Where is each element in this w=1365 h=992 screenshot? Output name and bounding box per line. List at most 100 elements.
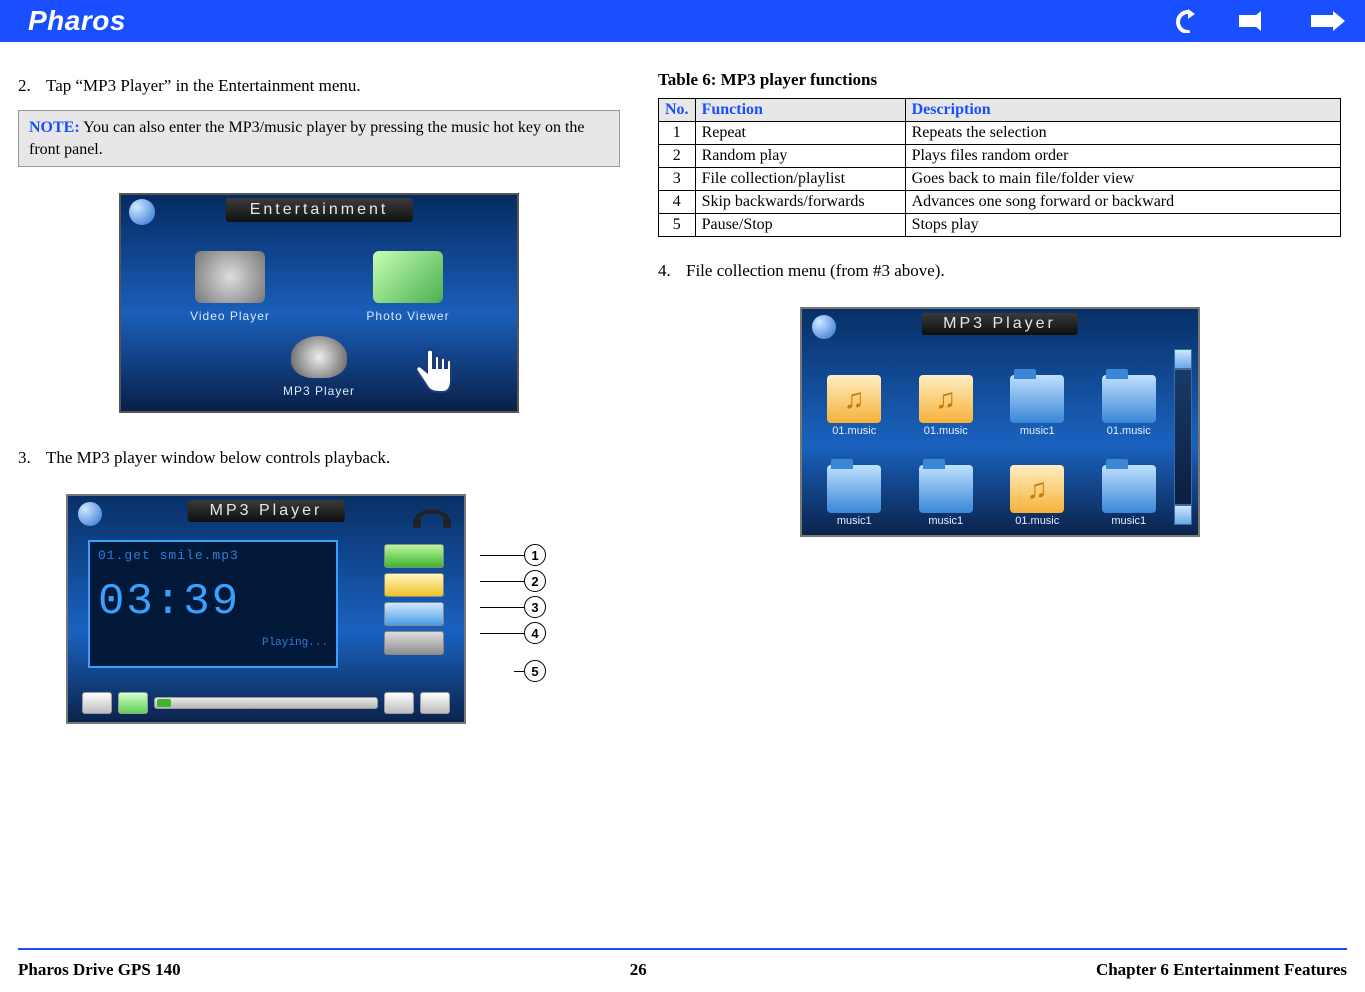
repeat-button bbox=[384, 544, 444, 568]
photo-viewer-icon bbox=[373, 251, 443, 303]
page: Pharos 2. Tap “MP3 Player” in the Entert… bbox=[0, 0, 1365, 992]
figure-mp3-player: MP3 Player 01.get smile.mp3 03:39 Playin… bbox=[18, 494, 620, 729]
mp3-player-label: MP3 Player bbox=[283, 384, 355, 398]
step-2-number: 2. bbox=[18, 76, 46, 96]
file-item: 01.music bbox=[905, 351, 987, 437]
home-icon bbox=[812, 315, 836, 339]
table-row: 5Pause/StopStops play bbox=[659, 214, 1341, 237]
video-player-item: Video Player bbox=[150, 251, 310, 336]
step-4: 4. File collection menu (from #3 above). bbox=[658, 261, 1341, 281]
callout-4: 4 bbox=[480, 622, 546, 644]
mp3-functions-table: No. Function Description 1RepeatRepeats … bbox=[658, 98, 1341, 237]
home-icon bbox=[78, 502, 102, 526]
footer-page-number: 26 bbox=[630, 960, 647, 980]
callout-1: 1 bbox=[480, 544, 546, 566]
brand-logo: Pharos bbox=[28, 5, 126, 37]
photo-viewer-label: Photo Viewer bbox=[366, 309, 449, 323]
scroll-track bbox=[1174, 369, 1192, 505]
footer: Pharos Drive GPS 140 26 Chapter 6 Entert… bbox=[18, 960, 1347, 980]
video-player-label: Video Player bbox=[190, 309, 270, 323]
next-page-icon[interactable] bbox=[1311, 9, 1347, 33]
photo-viewer-item: Photo Viewer bbox=[328, 251, 488, 336]
file-grid: 01.music 01.music music1 01.music music1… bbox=[814, 351, 1170, 527]
footer-chapter: Chapter 6 Entertainment Features bbox=[1096, 960, 1347, 980]
headphone-icon bbox=[410, 500, 454, 528]
content-columns: 2. Tap “MP3 Player” in the Entertainment… bbox=[0, 42, 1365, 759]
file-item: 01.music bbox=[997, 441, 1079, 527]
stop-icon bbox=[420, 692, 450, 714]
skip-button bbox=[384, 631, 444, 655]
mp3-player-screenshot: MP3 Player 01.get smile.mp3 03:39 Playin… bbox=[66, 494, 466, 724]
scroll-down-icon bbox=[1174, 505, 1192, 525]
file-item: music1 bbox=[997, 351, 1079, 437]
footer-product: Pharos Drive GPS 140 bbox=[18, 960, 181, 980]
th-description: Description bbox=[905, 99, 1340, 122]
table-row: 2Random playPlays files random order bbox=[659, 145, 1341, 168]
file-item: music1 bbox=[1088, 441, 1170, 527]
mp3-status: Playing... bbox=[98, 637, 328, 649]
hand-cursor-icon bbox=[409, 346, 455, 401]
scroll-up-icon bbox=[1174, 349, 1192, 369]
figure-entertainment-menu: Entertainment Video Player Photo Viewer bbox=[18, 193, 620, 418]
music-file-icon bbox=[919, 375, 973, 423]
folder-icon bbox=[1102, 375, 1156, 423]
callout-5: 5 bbox=[514, 660, 546, 682]
note-text: You can also enter the MP3/music player … bbox=[29, 119, 584, 158]
step-4-number: 4. bbox=[658, 261, 686, 281]
table-row: 1RepeatRepeats the selection bbox=[659, 122, 1341, 145]
play-icon bbox=[118, 692, 148, 714]
music-file-icon bbox=[827, 375, 881, 423]
file-menu-title: MP3 Player bbox=[921, 313, 1078, 335]
callout-2: 2 bbox=[480, 570, 546, 592]
seek-bar bbox=[154, 697, 378, 709]
figure-file-collection: MP3 Player 01.music 01.music music1 01.m… bbox=[658, 307, 1341, 542]
folder-icon bbox=[827, 465, 881, 513]
table-caption: Table 6: MP3 player functions bbox=[658, 70, 1341, 90]
contents-icon[interactable] bbox=[1173, 9, 1203, 33]
table-row: 3File collection/playlistGoes back to ma… bbox=[659, 168, 1341, 191]
playlist-button bbox=[384, 602, 444, 626]
file-item: 01.music bbox=[1088, 351, 1170, 437]
entertainment-title: Entertainment bbox=[226, 198, 413, 222]
file-item: 01.music bbox=[814, 351, 896, 437]
home-icon bbox=[129, 199, 155, 225]
file-collection-screenshot: MP3 Player 01.music 01.music music1 01.m… bbox=[800, 307, 1200, 537]
step-3-number: 3. bbox=[18, 448, 46, 468]
th-no: No. bbox=[659, 99, 696, 122]
mp3-side-buttons bbox=[384, 544, 444, 655]
step-3: 3. The MP3 player window below controls … bbox=[18, 448, 620, 468]
mp3-time: 03:39 bbox=[98, 577, 328, 627]
file-item: music1 bbox=[814, 441, 896, 527]
mp3-bottom-controls bbox=[82, 692, 450, 714]
table-row: 4Skip backwards/forwardsAdvances one son… bbox=[659, 191, 1341, 214]
scrollbar bbox=[1174, 349, 1192, 525]
step-4-text: File collection menu (from #3 above). bbox=[686, 261, 945, 281]
footer-divider bbox=[18, 948, 1347, 950]
th-function: Function bbox=[695, 99, 905, 122]
note-box: NOTE: You can also enter the MP3/music p… bbox=[18, 110, 620, 167]
folder-icon bbox=[1102, 465, 1156, 513]
step-2: 2. Tap “MP3 Player” in the Entertainment… bbox=[18, 76, 620, 96]
header-bar: Pharos bbox=[0, 0, 1365, 42]
folder-icon bbox=[919, 465, 973, 513]
callout-group: 1 2 3 4 5 bbox=[480, 544, 546, 682]
prev-page-icon[interactable] bbox=[1239, 9, 1275, 33]
file-item: music1 bbox=[905, 441, 987, 527]
mp3-title: MP3 Player bbox=[188, 500, 345, 522]
header-nav-icons bbox=[1173, 9, 1347, 33]
random-button bbox=[384, 573, 444, 597]
step-2-text: Tap “MP3 Player” in the Entertainment me… bbox=[46, 76, 361, 96]
step-3-text: The MP3 player window below controls pla… bbox=[46, 448, 390, 468]
pause-icon bbox=[384, 692, 414, 714]
entertainment-screenshot: Entertainment Video Player Photo Viewer bbox=[119, 193, 519, 413]
callout-3: 3 bbox=[480, 596, 546, 618]
folder-icon bbox=[1010, 375, 1064, 423]
music-file-icon bbox=[1010, 465, 1064, 513]
mp3-player-icon bbox=[291, 336, 347, 378]
mp3-track-name: 01.get smile.mp3 bbox=[98, 548, 328, 563]
mp3-player-screenshot-wrap: MP3 Player 01.get smile.mp3 03:39 Playin… bbox=[66, 494, 466, 724]
right-column: Table 6: MP3 player functions No. Functi… bbox=[650, 62, 1365, 759]
mp3-display: 01.get smile.mp3 03:39 Playing... bbox=[88, 540, 338, 668]
left-column: 2. Tap “MP3 Player” in the Entertainment… bbox=[0, 62, 650, 759]
vol-down-icon bbox=[82, 692, 112, 714]
